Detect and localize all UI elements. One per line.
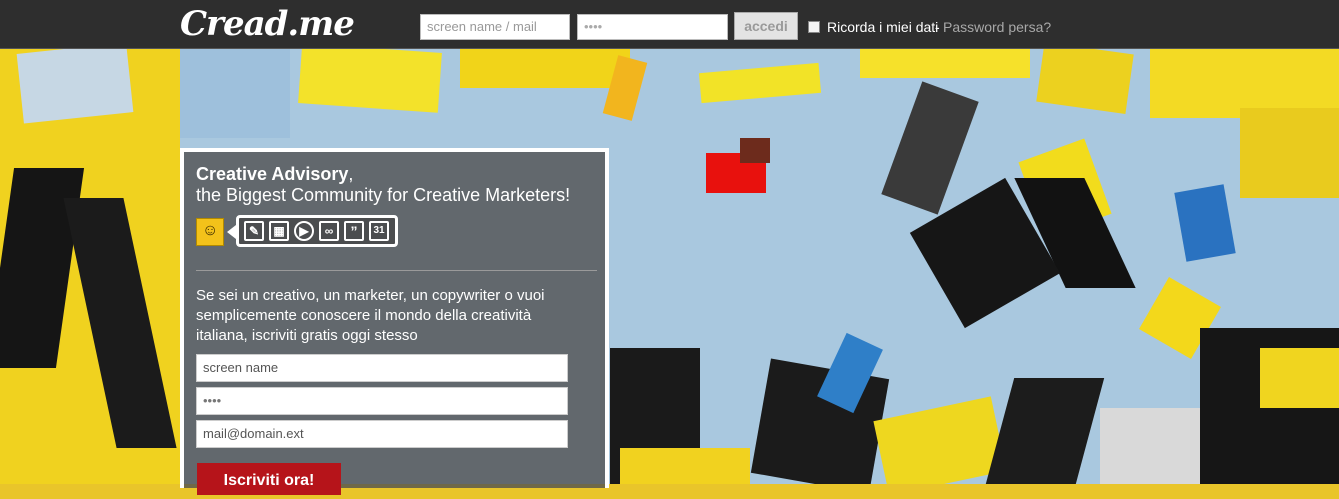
site-logo[interactable]: Cread.me [180, 4, 355, 44]
divider [196, 270, 597, 271]
login-username-input[interactable]: screen name / mail [420, 14, 570, 40]
top-bar: Cread.me screen name / mail •••• accedi … [0, 0, 1339, 49]
signup-panel: Creative Advisory, the Biggest Community… [180, 148, 609, 495]
link-icon: ∞ [319, 221, 339, 241]
tagline-comma: , [348, 164, 354, 184]
tagline-brand: Creative Advisory [196, 164, 349, 184]
signup-password-input[interactable]: •••• [196, 387, 568, 415]
speech-arrow [227, 225, 236, 239]
intro-text: Se sei un creativo, un marketer, un copy… [196, 287, 545, 344]
pencil-icon: ✎ [244, 221, 264, 241]
tagline-title: Creative Advisory, [196, 164, 353, 185]
content-type-icons: ✎ ▦ ▶ ∞ ” 31 [236, 215, 398, 247]
play-icon: ▶ [294, 221, 314, 241]
signup-screen-name-input[interactable]: screen name [196, 354, 568, 382]
calendar-icon: 31 [369, 221, 389, 241]
lost-password-link[interactable]: Password persa? [943, 19, 1051, 35]
remember-me-checkbox[interactable] [808, 21, 820, 33]
separator: - [935, 19, 940, 35]
quote-icon: ” [344, 221, 364, 241]
signup-email-input[interactable]: mail@domain.ext [196, 420, 568, 448]
login-password-input[interactable]: •••• [577, 14, 728, 40]
tagline-subtitle: the Biggest Community for Creative Marke… [196, 185, 571, 205]
remember-me-label[interactable]: Ricorda i miei dati [827, 19, 938, 35]
film-icon: ▦ [269, 221, 289, 241]
signup-button[interactable]: Iscriviti ora! [197, 463, 341, 495]
mascot-icon: ☺ [196, 218, 224, 246]
login-button[interactable]: accedi [734, 12, 798, 40]
